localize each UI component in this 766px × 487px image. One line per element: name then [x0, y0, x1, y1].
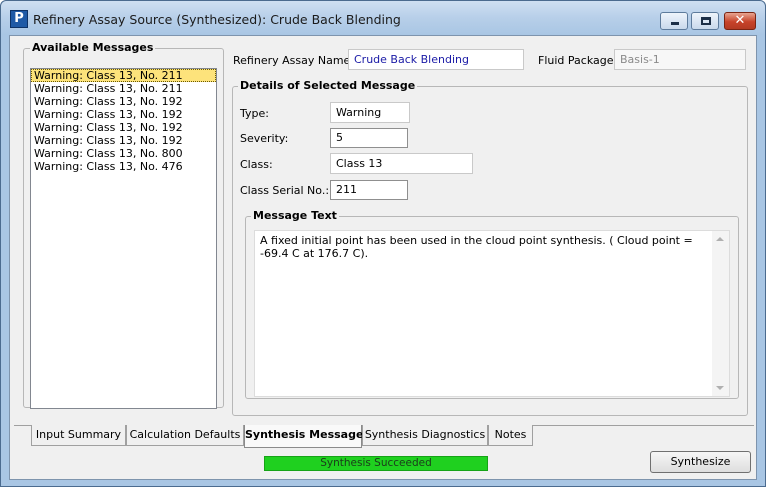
class-field[interactable]: Class 13: [330, 153, 473, 174]
close-icon: ✕: [734, 13, 746, 28]
list-item[interactable]: Warning: Class 13, No. 192: [31, 134, 216, 147]
assay-window: P Refinery Assay Source (Synthesized): C…: [0, 0, 766, 487]
message-text-area[interactable]: A fixed initial point has been used in t…: [254, 230, 730, 397]
list-item[interactable]: Warning: Class 13, No. 211: [31, 69, 216, 82]
close-button[interactable]: ✕: [724, 12, 756, 30]
fluid-package-field[interactable]: Basis-1: [614, 49, 746, 70]
assay-name-field[interactable]: Crude Back Blending: [348, 49, 524, 70]
tab-synthesis-diagnostics[interactable]: Synthesis Diagnostics: [362, 425, 488, 446]
list-item[interactable]: Warning: Class 13, No. 192: [31, 108, 216, 121]
assay-name-label: Refinery Assay Name:: [233, 54, 355, 67]
message-text-content: A fixed initial point has been used in t…: [260, 234, 693, 260]
list-item[interactable]: Warning: Class 13, No. 192: [31, 95, 216, 108]
class-label: Class:: [240, 158, 273, 171]
client-area: Available Messages Warning: Class 13, No…: [9, 35, 757, 480]
minimize-button[interactable]: [660, 12, 688, 30]
scroll-up-icon[interactable]: [716, 237, 724, 241]
app-icon: P: [10, 10, 28, 28]
message-text-label: Message Text: [251, 209, 339, 223]
type-field[interactable]: Warning: [330, 102, 410, 123]
scroll-down-icon[interactable]: [716, 386, 724, 390]
synthesis-status-bar: Synthesis Succeeded: [264, 456, 488, 471]
maximize-button[interactable]: [691, 12, 719, 30]
tab-synthesis-messages[interactable]: Synthesis Messages: [244, 425, 370, 448]
maximize-icon: [701, 17, 711, 25]
severity-label: Severity:: [240, 132, 289, 145]
list-item[interactable]: Warning: Class 13, No. 192: [31, 121, 216, 134]
fluid-package-label: Fluid Package:: [538, 54, 618, 67]
window-title: Refinery Assay Source (Synthesized): Cru…: [33, 12, 401, 27]
list-item[interactable]: Warning: Class 13, No. 800: [31, 147, 216, 160]
type-label: Type:: [240, 107, 269, 120]
available-messages-label: Available Messages: [30, 41, 156, 55]
minimize-icon: [671, 22, 679, 25]
message-details-label: Details of Selected Message: [238, 79, 418, 93]
tab-input-summary[interactable]: Input Summary: [31, 425, 126, 446]
available-messages-list[interactable]: Warning: Class 13, No. 211 Warning: Clas…: [30, 68, 217, 409]
list-item[interactable]: Warning: Class 13, No. 211: [31, 82, 216, 95]
tab-notes[interactable]: Notes: [488, 425, 533, 446]
severity-field[interactable]: 5: [330, 128, 408, 148]
tab-calculation-defaults[interactable]: Calculation Defaults: [126, 425, 244, 446]
message-details-group: Details of Selected Message Type: Warnin…: [232, 79, 748, 416]
synthesize-button[interactable]: Synthesize: [650, 451, 751, 473]
class-serial-field[interactable]: 211: [330, 180, 408, 200]
message-text-scrollbar[interactable]: [712, 231, 729, 396]
class-serial-label: Class Serial No.:: [240, 184, 330, 197]
message-text-group: Message Text A fixed initial point has b…: [245, 209, 739, 399]
list-item[interactable]: Warning: Class 13, No. 476: [31, 160, 216, 173]
available-messages-group: Available Messages Warning: Class 13, No…: [23, 41, 224, 409]
title-bar[interactable]: P Refinery Assay Source (Synthesized): C…: [1, 1, 765, 35]
